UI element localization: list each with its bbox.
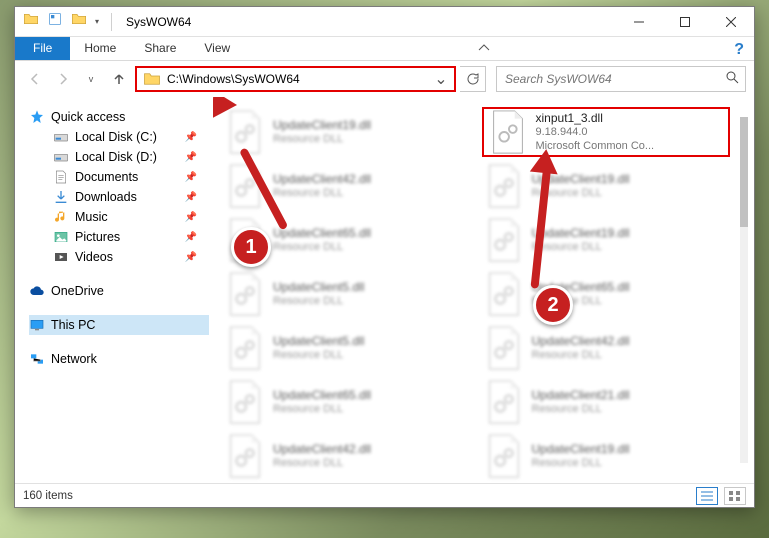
navigation-pane: Quick access Local Disk (C:)📌 Local Disk… — [15, 97, 213, 483]
pin-icon: 📌 — [185, 152, 197, 163]
ribbon-tabs: File Home Share View ? — [15, 37, 754, 61]
tab-home[interactable]: Home — [70, 37, 130, 60]
file-meta: UpdateClient19.dllResource DLL — [532, 226, 630, 255]
dll-icon — [484, 433, 524, 479]
file-item[interactable]: UpdateClient19.dllResource DLL — [482, 431, 731, 481]
back-button[interactable] — [23, 67, 47, 91]
quick-access-group[interactable]: Quick access — [29, 107, 209, 127]
sidebar-item-downloads[interactable]: Downloads📌 — [29, 187, 209, 207]
dll-icon — [484, 325, 524, 371]
tab-share[interactable]: Share — [130, 37, 190, 60]
search-box[interactable] — [496, 66, 746, 92]
scrollbar-thumb[interactable] — [740, 117, 748, 227]
dll-icon — [488, 109, 528, 155]
window-title: SysWOW64 — [126, 15, 191, 29]
new-folder-icon[interactable] — [71, 11, 87, 32]
search-input[interactable] — [505, 72, 725, 86]
dll-icon — [484, 163, 524, 209]
tab-file[interactable]: File — [15, 37, 70, 60]
file-item[interactable]: UpdateClient19.dllResource DLL — [223, 107, 472, 157]
sidebar-item-onedrive[interactable]: OneDrive — [29, 281, 209, 301]
file-meta: UpdateClient42.dllResource DLL — [273, 172, 371, 201]
file-grid: UpdateClient19.dllResource DLL xinput1_3.… — [223, 107, 730, 473]
sidebar-item-this-pc[interactable]: This PC — [29, 315, 209, 335]
sidebar-item-local-d[interactable]: Local Disk (D:)📌 — [29, 147, 209, 167]
pin-icon: 📌 — [185, 172, 197, 183]
dll-icon — [484, 217, 524, 263]
sidebar-item-music[interactable]: Music📌 — [29, 207, 209, 227]
file-item-highlighted[interactable]: xinput1_3.dll9.18.944.0Microsoft Common … — [482, 107, 731, 157]
sidebar-item-pictures[interactable]: Pictures📌 — [29, 227, 209, 247]
up-button[interactable] — [107, 67, 131, 91]
body: Quick access Local Disk (C:)📌 Local Disk… — [15, 97, 754, 483]
quick-access-label: Quick access — [51, 110, 125, 124]
file-meta: UpdateClient19.dllResource DLL — [532, 442, 630, 471]
annotation-marker-1: 1 — [231, 227, 271, 267]
file-meta: UpdateClient42.dllResource DLL — [532, 334, 630, 363]
close-button[interactable] — [708, 7, 754, 36]
refresh-button[interactable] — [460, 66, 486, 92]
file-meta: UpdateClient19.dllResource DLL — [273, 118, 371, 147]
minimize-button[interactable] — [616, 7, 662, 36]
file-meta: UpdateClient65.dllResource DLL — [273, 388, 371, 417]
content-pane: UpdateClient19.dllResource DLL xinput1_3.… — [213, 97, 754, 483]
tab-view[interactable]: View — [190, 37, 244, 60]
quick-access-toolbar: ▾ — [23, 11, 116, 32]
ribbon-collapse-icon[interactable] — [468, 37, 500, 60]
dll-icon — [225, 379, 265, 425]
file-meta: UpdateClient21.dllResource DLL — [532, 388, 630, 417]
file-meta: UpdateClient42.dllResource DLL — [273, 442, 371, 471]
address-input[interactable] — [167, 72, 432, 86]
annotation-marker-2: 2 — [533, 285, 573, 325]
file-meta: UpdateClient65.dllResource DLL — [273, 226, 371, 255]
pin-icon: 📌 — [185, 252, 197, 263]
recent-dropdown-icon[interactable]: v — [79, 67, 103, 91]
pin-icon: 📌 — [185, 212, 197, 223]
file-item[interactable]: UpdateClient65.dllResource DLL — [223, 377, 472, 427]
dll-icon — [484, 271, 524, 317]
dll-icon — [484, 379, 524, 425]
dll-icon — [225, 325, 265, 371]
annotation-arrow-2-head — [530, 148, 560, 175]
sidebar-item-network[interactable]: Network — [29, 349, 209, 369]
file-item[interactable]: UpdateClient5.dllResource DLL — [223, 269, 472, 319]
pin-icon: 📌 — [185, 232, 197, 243]
scrollbar[interactable] — [736, 101, 752, 479]
dll-icon — [225, 433, 265, 479]
status-bar: 160 items — [15, 483, 754, 507]
titlebar: ▾ SysWOW64 — [15, 7, 754, 37]
qat-dropdown-icon[interactable]: ▾ — [95, 17, 99, 26]
file-meta: UpdateClient5.dllResource DLL — [273, 280, 364, 309]
file-item[interactable]: UpdateClient19.dllResource DLL — [482, 161, 731, 211]
navigation-bar: v ⌄ — [15, 61, 754, 97]
file-item[interactable]: UpdateClient21.dllResource DLL — [482, 377, 731, 427]
file-item[interactable]: UpdateClient42.dllResource DLL — [482, 323, 731, 373]
pin-icon: 📌 — [185, 192, 197, 203]
forward-button[interactable] — [51, 67, 75, 91]
search-icon[interactable] — [725, 70, 739, 89]
file-item[interactable]: UpdateClient19.dllResource DLL — [482, 215, 731, 265]
folder-icon — [143, 70, 161, 88]
view-large-icons-button[interactable] — [724, 487, 746, 505]
file-meta: xinput1_3.dll9.18.944.0Microsoft Common … — [536, 111, 655, 154]
separator — [111, 13, 112, 31]
dll-icon — [225, 271, 265, 317]
view-details-button[interactable] — [696, 487, 718, 505]
file-item[interactable]: UpdateClient65.dllResource DLL — [482, 269, 731, 319]
maximize-button[interactable] — [662, 7, 708, 36]
help-icon[interactable]: ? — [724, 37, 754, 60]
properties-icon[interactable] — [47, 11, 63, 32]
address-bar[interactable]: ⌄ — [135, 66, 456, 92]
pin-icon: 📌 — [185, 132, 197, 143]
address-dropdown-icon[interactable]: ⌄ — [432, 69, 450, 89]
file-meta: UpdateClient5.dllResource DLL — [273, 334, 364, 363]
folder-icon — [23, 11, 39, 32]
file-item[interactable]: UpdateClient42.dllResource DLL — [223, 431, 472, 481]
item-count: 160 items — [23, 490, 73, 502]
sidebar-item-videos[interactable]: Videos📌 — [29, 247, 209, 267]
sidebar-item-local-c[interactable]: Local Disk (C:)📌 — [29, 127, 209, 147]
file-item[interactable]: UpdateClient5.dllResource DLL — [223, 323, 472, 373]
sidebar-item-documents[interactable]: Documents📌 — [29, 167, 209, 187]
explorer-window: ▾ SysWOW64 File Home Share View ? v ⌄ — [14, 6, 755, 508]
